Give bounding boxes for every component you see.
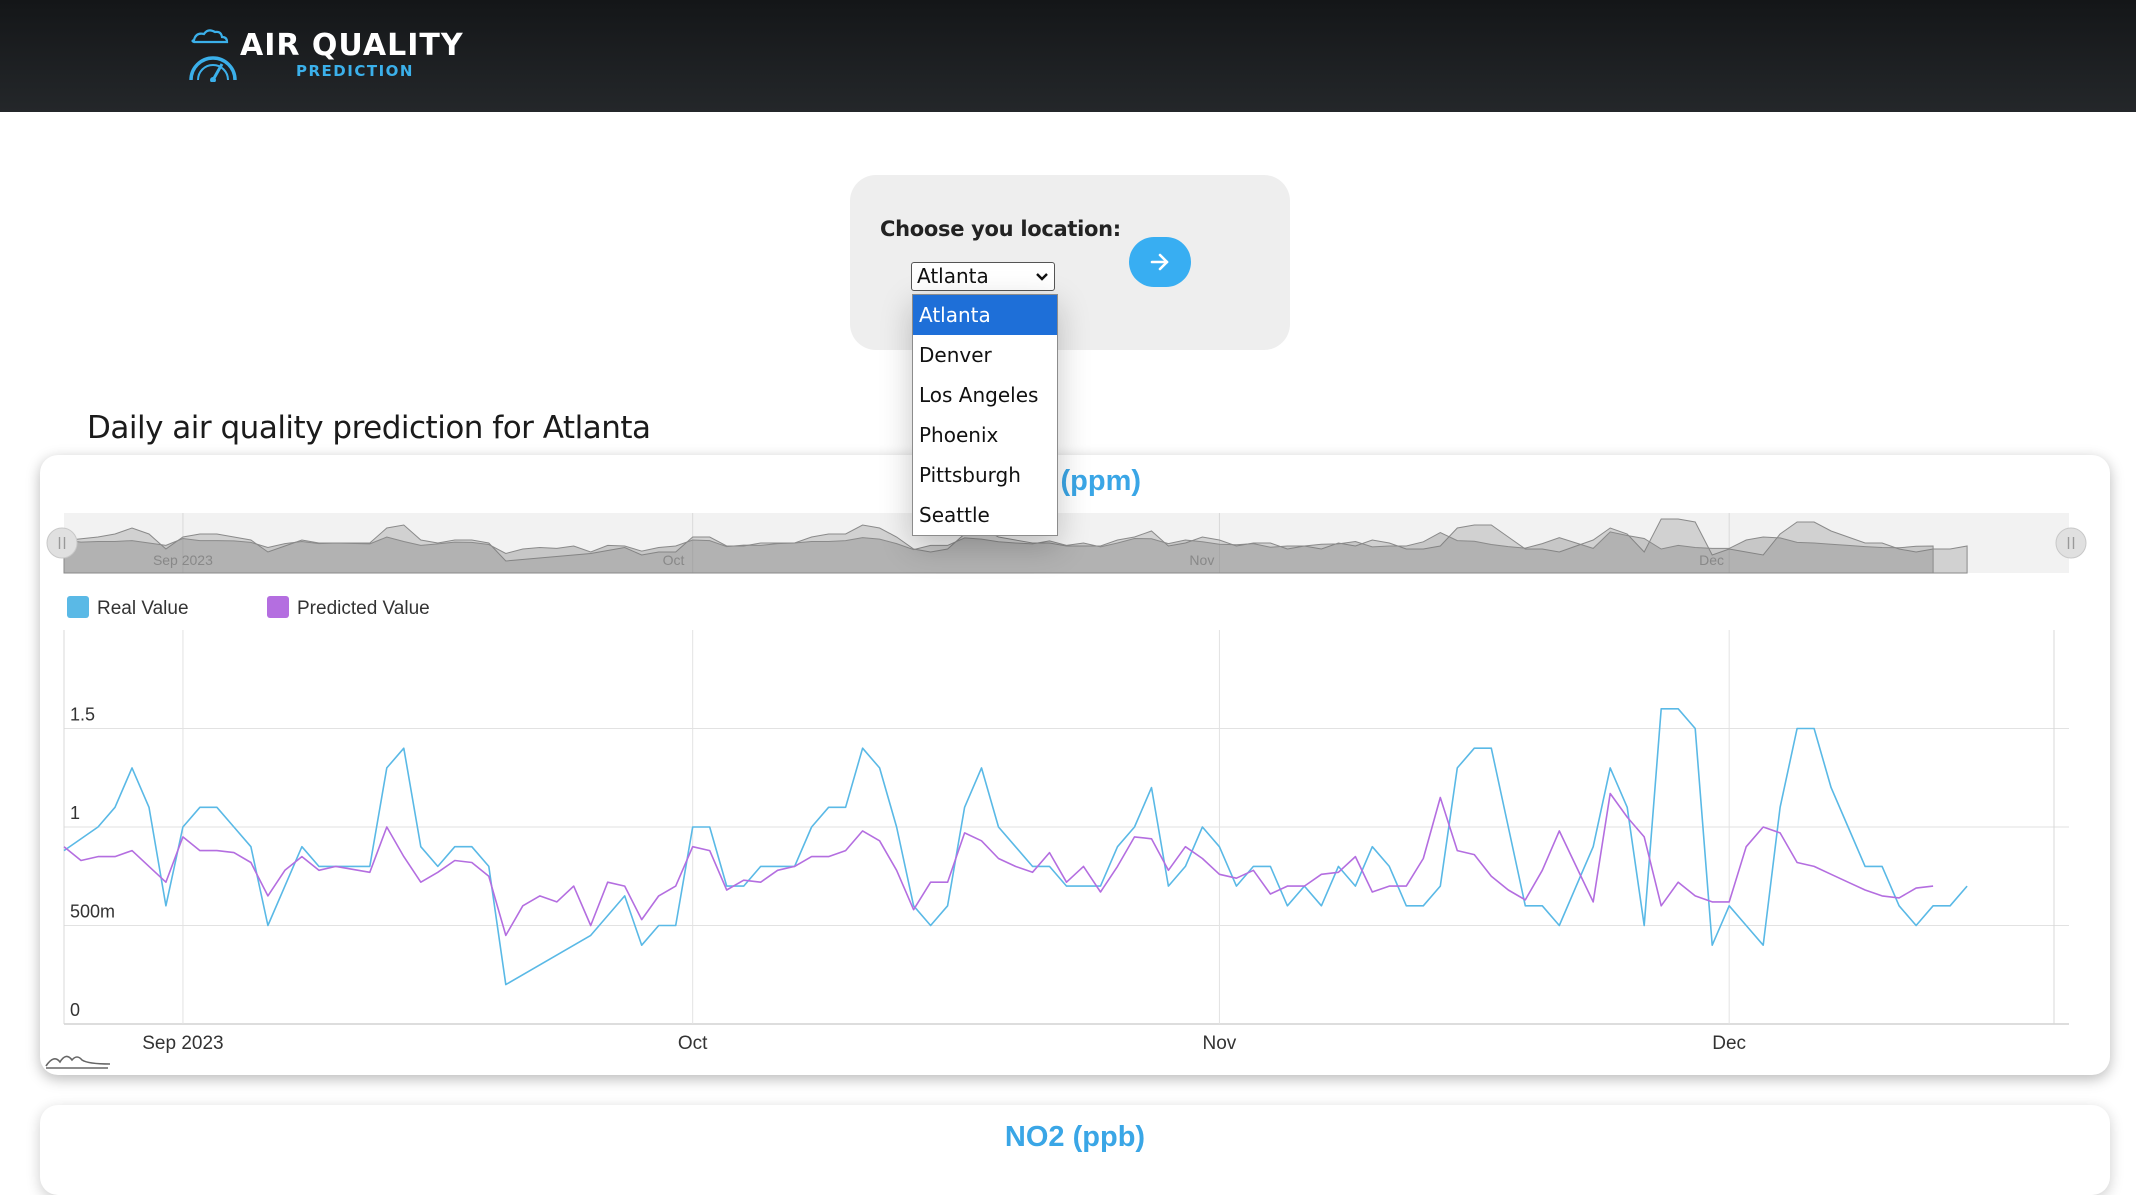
legend-item-predicted[interactable]: Predicted Value	[267, 596, 430, 620]
y-tick-label: 1	[70, 803, 80, 823]
no2-chart-card: NO2 (ppb)	[40, 1105, 2110, 1195]
navigator-tick-label: Nov	[1189, 552, 1214, 568]
location-dropdown: Atlanta Denver Los Angeles Phoenix Pitts…	[912, 294, 1058, 536]
go-button[interactable]	[1129, 237, 1191, 287]
series-line-real	[63, 708, 1968, 986]
dropdown-option-denver[interactable]: Denver	[913, 335, 1057, 375]
location-select-value: Atlanta	[917, 264, 989, 288]
dropdown-option-phoenix[interactable]: Phoenix	[913, 415, 1057, 455]
legend-item-real[interactable]: Real Value	[67, 596, 189, 620]
dropdown-option-los-angeles[interactable]: Los Angeles	[913, 375, 1057, 415]
cloud-gauge-icon	[189, 29, 237, 82]
logo[interactable]: AIR QUALITY PREDICTION	[186, 26, 506, 86]
x-tick-label: Oct	[678, 1033, 708, 1054]
logo-subtitle: PREDICTION	[296, 62, 414, 80]
x-tick-label: Dec	[1712, 1033, 1746, 1054]
logo-title: AIR QUALITY	[240, 28, 464, 63]
top-bar: AIR QUALITY PREDICTION	[0, 0, 2136, 112]
page-title: Daily air quality prediction for Atlanta	[87, 410, 651, 446]
navigator-tick-label: Dec	[1699, 552, 1724, 568]
dropdown-option-pittsburgh[interactable]: Pittsburgh	[913, 455, 1057, 495]
legend-swatch-real	[67, 596, 89, 618]
co-chart-card: CO (ppm) Sep 2023 Oct Nov Dec 0 500m 1 1.5 Sep 2…	[40, 455, 2110, 1075]
y-tick-label: 1.5	[70, 705, 95, 725]
navigator-tick-label: Sep 2023	[153, 552, 213, 568]
legend-label-real: Real Value	[97, 598, 189, 619]
x-tick-label: Sep 2023	[142, 1033, 223, 1054]
chevron-down-icon	[1036, 273, 1048, 281]
dropdown-option-seattle[interactable]: Seattle	[913, 495, 1057, 535]
co-chart: Sep 2023 Oct Nov Dec 0 500m 1 1.5 Sep 2023 Oct Nov…	[45, 513, 2087, 1069]
chart-title: NO2 (ppb)	[1004, 1121, 1146, 1153]
y-tick-label: 500m	[70, 902, 115, 922]
navigator-tick-label: Oct	[663, 552, 685, 568]
legend-label-predicted: Predicted Value	[297, 598, 430, 619]
legend-swatch-predicted	[267, 596, 289, 618]
navigator-handle-left[interactable]	[46, 527, 78, 559]
location-label: Choose you location:	[880, 217, 1121, 241]
x-tick-label: Nov	[1203, 1033, 1237, 1054]
dropdown-option-atlanta[interactable]: Atlanta	[913, 295, 1057, 335]
navigator-handle-right[interactable]	[2055, 527, 2087, 559]
arrow-right-icon	[1150, 253, 1169, 271]
zoom-chart-icon[interactable]	[45, 1055, 111, 1067]
y-tick-label: 0	[70, 1000, 80, 1020]
location-select[interactable]: Atlanta	[911, 262, 1055, 291]
